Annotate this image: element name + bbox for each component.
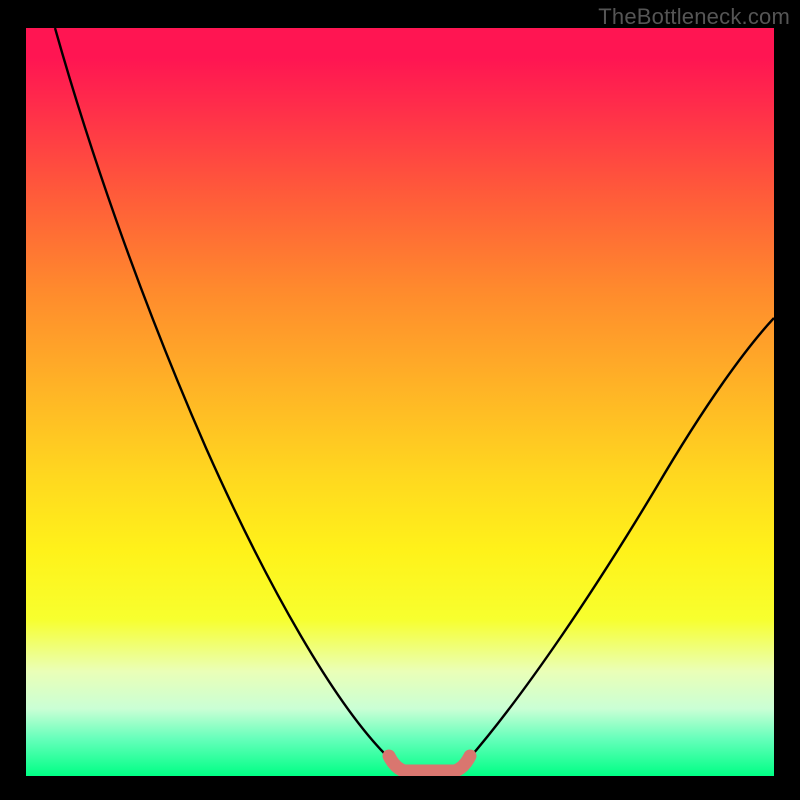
- curve-layer: [26, 28, 774, 776]
- curve-right-branch: [467, 318, 774, 761]
- chart-frame: TheBottleneck.com: [0, 0, 800, 800]
- watermark-text: TheBottleneck.com: [598, 4, 790, 30]
- plot-area: [26, 28, 774, 776]
- flat-minimum-marker: [389, 756, 470, 771]
- curve-left-branch: [55, 28, 392, 761]
